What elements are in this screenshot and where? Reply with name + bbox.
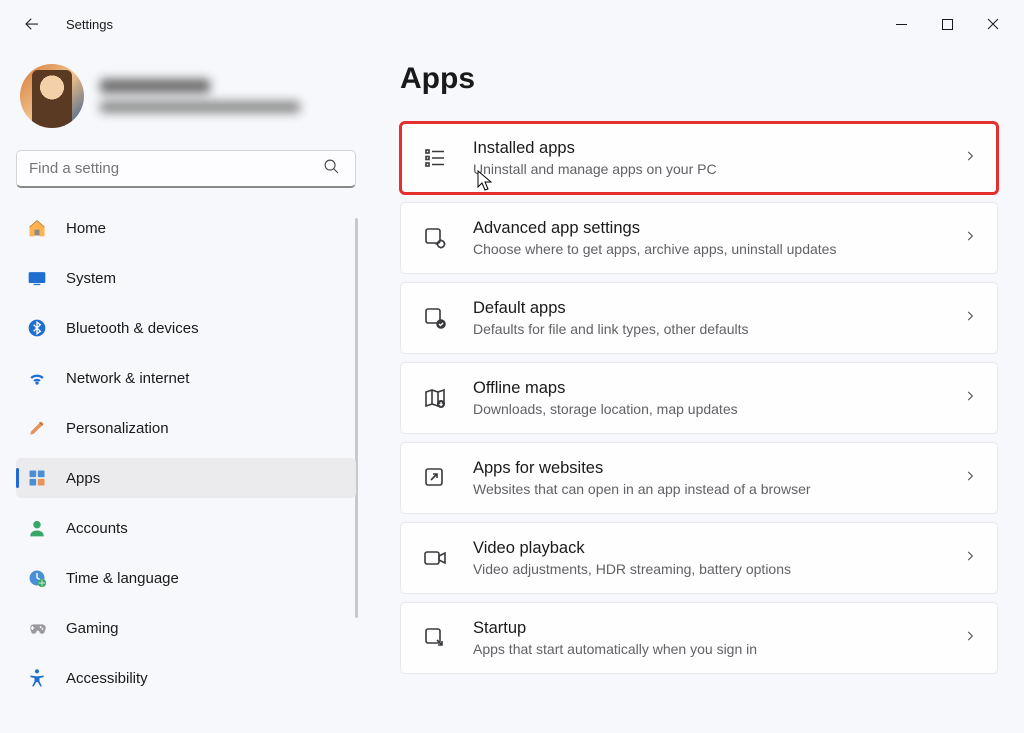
sidebar-item-bluetooth[interactable]: Bluetooth & devices xyxy=(16,308,356,348)
sidebar-item-personalization[interactable]: Personalization xyxy=(16,408,356,448)
card-subtitle: Defaults for file and link types, other … xyxy=(473,320,963,338)
sidebar-item-label: Network & internet xyxy=(66,370,189,387)
chevron-right-icon xyxy=(963,309,977,328)
person-icon xyxy=(26,517,48,539)
system-icon xyxy=(26,267,48,289)
sidebar-item-apps[interactable]: Apps xyxy=(16,458,356,498)
sidebar-item-accessibility[interactable]: Accessibility xyxy=(16,658,356,698)
maximize-button[interactable] xyxy=(924,4,970,44)
clock-globe-icon xyxy=(26,567,48,589)
sidebar-item-accounts[interactable]: Accounts xyxy=(16,508,356,548)
main-panel: Apps Installed apps Uninstall and manage… xyxy=(370,48,1024,733)
accessibility-icon xyxy=(26,667,48,689)
titlebar: Settings xyxy=(0,0,1024,48)
page-title: Apps xyxy=(400,62,998,96)
sidebar-item-label: Accessibility xyxy=(66,670,148,687)
card-subtitle: Websites that can open in an app instead… xyxy=(473,480,963,498)
card-subtitle: Video adjustments, HDR streaming, batter… xyxy=(473,560,963,578)
chevron-right-icon xyxy=(963,549,977,568)
sidebar-item-label: Time & language xyxy=(66,570,179,587)
chevron-right-icon xyxy=(963,389,977,408)
window-controls xyxy=(878,4,1016,44)
video-icon xyxy=(421,544,449,572)
chevron-right-icon xyxy=(963,469,977,488)
chevron-right-icon xyxy=(963,149,977,168)
search-input[interactable] xyxy=(16,150,356,188)
gamepad-icon xyxy=(26,617,48,639)
card-subtitle: Apps that start automatically when you s… xyxy=(473,640,963,658)
sidebar-item-label: Apps xyxy=(66,470,100,487)
sidebar-item-label: Home xyxy=(66,220,106,237)
card-title: Startup xyxy=(473,618,963,639)
home-icon xyxy=(26,217,48,239)
card-title: Apps for websites xyxy=(473,458,963,479)
app-link-icon xyxy=(421,464,449,492)
card-title: Offline maps xyxy=(473,378,963,399)
window-title: Settings xyxy=(66,17,113,32)
bluetooth-icon xyxy=(26,317,48,339)
card-title: Installed apps xyxy=(473,138,963,159)
sidebar-item-network[interactable]: Network & internet xyxy=(16,358,356,398)
list-icon xyxy=(421,144,449,172)
card-default-apps[interactable]: Default apps Defaults for file and link … xyxy=(400,282,998,354)
sidebar-item-system[interactable]: System xyxy=(16,258,356,298)
card-video-playback[interactable]: Video playback Video adjustments, HDR st… xyxy=(400,522,998,594)
search-icon xyxy=(323,158,340,180)
avatar xyxy=(20,64,84,128)
wifi-icon xyxy=(26,367,48,389)
card-title: Default apps xyxy=(473,298,963,319)
sidebar-item-label: Accounts xyxy=(66,520,128,537)
card-subtitle: Choose where to get apps, archive apps, … xyxy=(473,240,963,258)
sidebar-item-label: Gaming xyxy=(66,620,119,637)
apps-icon xyxy=(26,467,48,489)
card-installed-apps[interactable]: Installed apps Uninstall and manage apps… xyxy=(400,122,998,194)
card-apps-for-websites[interactable]: Apps for websites Websites that can open… xyxy=(400,442,998,514)
sidebar-item-label: System xyxy=(66,270,116,287)
sidebar-item-label: Bluetooth & devices xyxy=(66,320,199,337)
card-subtitle: Downloads, storage location, map updates xyxy=(473,400,963,418)
sidebar: Home System Bluetooth & devices Network … xyxy=(0,48,370,733)
sidebar-item-time[interactable]: Time & language xyxy=(16,558,356,598)
app-gear-icon xyxy=(421,224,449,252)
card-subtitle: Uninstall and manage apps on your PC xyxy=(473,160,963,178)
card-offline-maps[interactable]: Offline maps Downloads, storage location… xyxy=(400,362,998,434)
map-download-icon xyxy=(421,384,449,412)
card-title: Advanced app settings xyxy=(473,218,963,239)
sidebar-item-home[interactable]: Home xyxy=(16,208,356,248)
paintbrush-icon xyxy=(26,417,48,439)
app-check-icon xyxy=(421,304,449,332)
account-block[interactable] xyxy=(16,58,362,146)
close-button[interactable] xyxy=(970,4,1016,44)
settings-cards: Installed apps Uninstall and manage apps… xyxy=(400,122,998,678)
chevron-right-icon xyxy=(963,629,977,648)
sidebar-item-gaming[interactable]: Gaming xyxy=(16,608,356,648)
search-wrap xyxy=(16,150,358,188)
nav: Home System Bluetooth & devices Network … xyxy=(16,208,362,698)
card-advanced-app-settings[interactable]: Advanced app settings Choose where to ge… xyxy=(400,202,998,274)
startup-icon xyxy=(421,624,449,652)
card-title: Video playback xyxy=(473,538,963,559)
minimize-button[interactable] xyxy=(878,4,924,44)
sidebar-item-label: Personalization xyxy=(66,420,169,437)
card-startup[interactable]: Startup Apps that start automatically wh… xyxy=(400,602,998,674)
chevron-right-icon xyxy=(963,229,977,248)
account-text xyxy=(100,79,300,113)
back-button[interactable] xyxy=(20,12,44,36)
